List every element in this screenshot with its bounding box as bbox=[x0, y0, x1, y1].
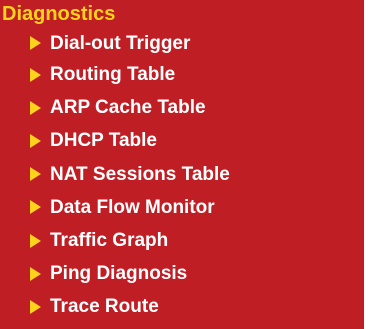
menu-item-label: Traffic Graph bbox=[50, 230, 169, 252]
menu-item-label: Dial-out Trigger bbox=[50, 32, 191, 54]
diagnostics-menu-list: Dial-out Trigger Routing Table ARP Cache… bbox=[0, 28, 364, 324]
menu-item-routing-table[interactable]: Routing Table bbox=[0, 58, 364, 91]
triangle-right-icon bbox=[30, 167, 41, 182]
diagnostics-menu-panel: Diagnostics Dial-out Trigger Routing Tab… bbox=[0, 0, 364, 329]
menu-item-label: ARP Cache Table bbox=[50, 97, 206, 119]
triangle-right-icon bbox=[30, 200, 41, 215]
menu-item-label: Data Flow Monitor bbox=[50, 196, 215, 218]
triangle-right-icon bbox=[30, 100, 41, 115]
triangle-right-icon bbox=[30, 67, 41, 82]
menu-item-dial-out-trigger[interactable]: Dial-out Trigger bbox=[0, 28, 364, 58]
menu-item-label: DHCP Table bbox=[50, 130, 157, 152]
menu-item-label: Trace Route bbox=[50, 296, 159, 318]
menu-item-label: NAT Sessions Table bbox=[50, 163, 230, 185]
triangle-right-icon bbox=[30, 266, 41, 281]
menu-item-label: Routing Table bbox=[50, 64, 176, 86]
menu-item-traffic-graph[interactable]: Traffic Graph bbox=[0, 224, 364, 257]
menu-item-ping-diagnosis[interactable]: Ping Diagnosis bbox=[0, 257, 364, 290]
triangle-right-icon bbox=[30, 36, 41, 50]
menu-item-trace-route[interactable]: Trace Route bbox=[0, 290, 364, 323]
triangle-right-icon bbox=[30, 133, 41, 148]
menu-item-label: Ping Diagnosis bbox=[50, 263, 188, 285]
menu-header-diagnostics[interactable]: Diagnostics bbox=[0, 1, 364, 28]
menu-item-arp-cache-table[interactable]: ARP Cache Table bbox=[0, 91, 364, 124]
menu-item-nat-sessions-table[interactable]: NAT Sessions Table bbox=[0, 158, 364, 191]
triangle-right-icon bbox=[30, 233, 41, 248]
menu-item-dhcp-table[interactable]: DHCP Table bbox=[0, 124, 364, 157]
triangle-right-icon bbox=[30, 299, 41, 314]
menu-item-data-flow-monitor[interactable]: Data Flow Monitor bbox=[0, 191, 364, 224]
